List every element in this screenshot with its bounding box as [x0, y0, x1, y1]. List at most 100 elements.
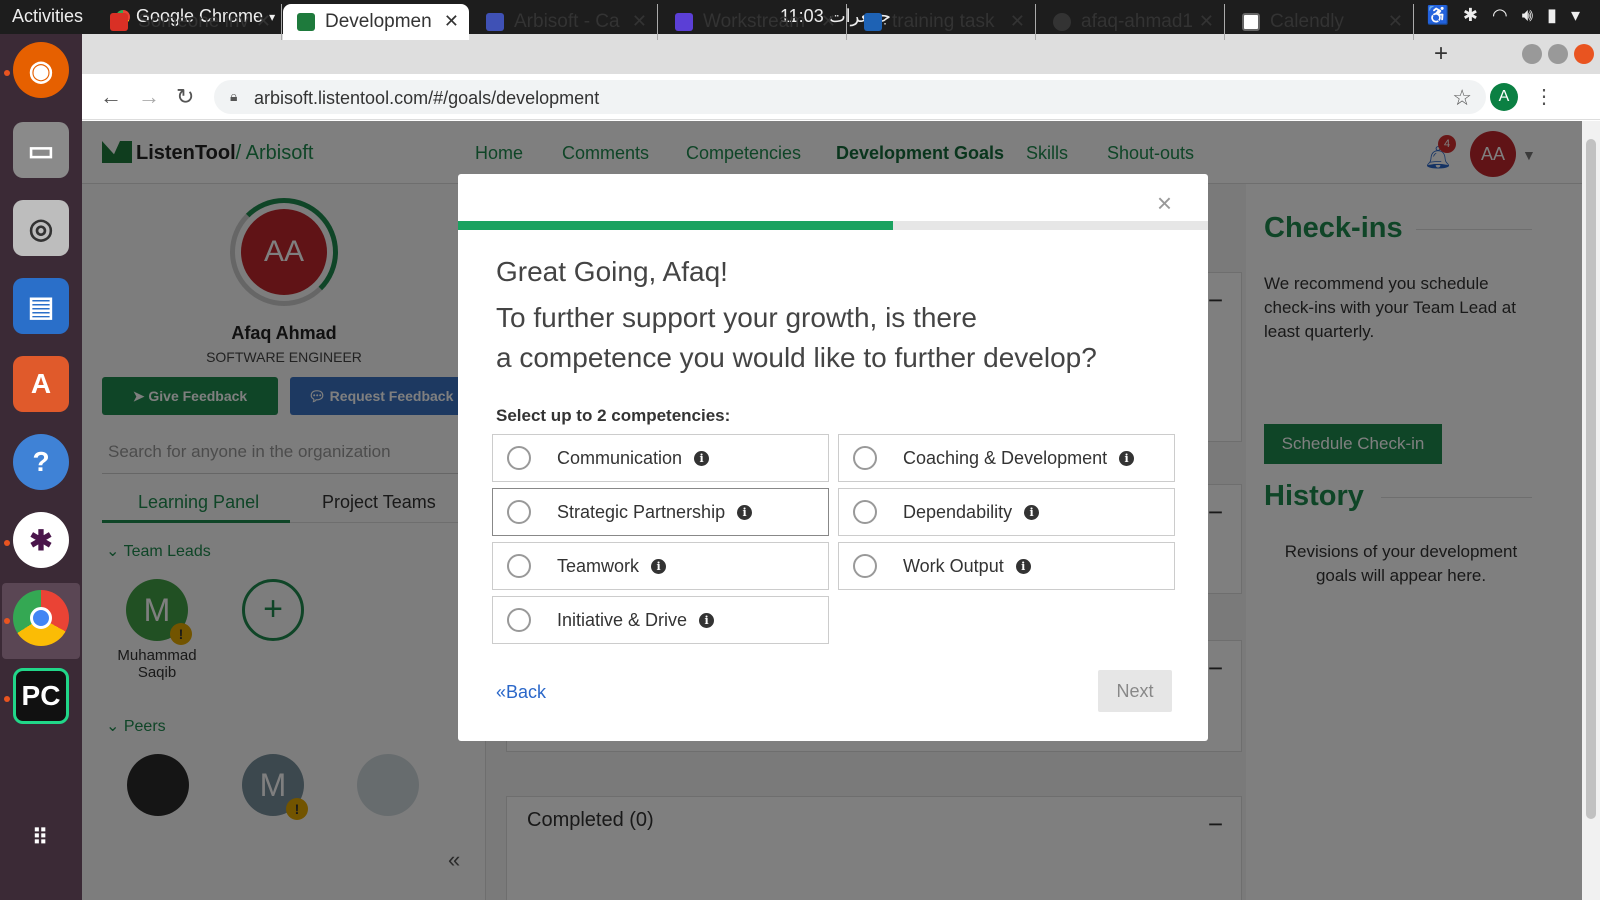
progress-bar: [458, 221, 1208, 230]
slack-tray-icon[interactable]: ✱: [1463, 5, 1478, 26]
ubuntu-dock: ◉ ▭ ◎ ▤ A ? ✱ PC ⠿: [0, 34, 82, 900]
close-icon[interactable]: ✕: [1388, 11, 1403, 32]
listentool-icon: [297, 13, 315, 31]
firefox-icon[interactable]: ◉: [13, 42, 69, 98]
tab-workstream[interactable]: Workstream ✕: [661, 4, 847, 40]
files-icon[interactable]: ▭: [13, 122, 69, 178]
window-controls: [1522, 44, 1594, 64]
option-initiative-drive[interactable]: Initiative & Drive i: [492, 596, 829, 644]
pycharm-icon[interactable]: PC: [13, 668, 69, 724]
close-icon[interactable]: ✕: [444, 11, 459, 32]
running-indicator: [4, 696, 10, 702]
option-label: Teamwork: [557, 555, 640, 576]
writer-icon[interactable]: ▤: [13, 278, 69, 334]
competency-dialog: × Great Going, Afaq! To further support …: [458, 174, 1208, 741]
close-icon[interactable]: ×: [1157, 188, 1172, 219]
close-icon[interactable]: ✕: [821, 11, 836, 32]
tab-github[interactable]: afaq-ahmad1 ✕: [1039, 4, 1225, 40]
software-center-icon[interactable]: A: [13, 356, 69, 412]
option-work-output[interactable]: Work Output i: [838, 542, 1175, 590]
option-teamwork[interactable]: Teamwork i: [492, 542, 829, 590]
option-label: Dependability: [903, 501, 1013, 522]
help-icon[interactable]: ?: [13, 434, 69, 490]
lock-icon[interactable]: 🔒︎: [230, 88, 237, 105]
show-apps-icon[interactable]: ⠿: [13, 810, 69, 866]
tab-title: training task: [892, 11, 995, 32]
tab-arbisoft-calendar[interactable]: Arbisoft - Ca ✕: [472, 4, 658, 40]
back-arrow-icon[interactable]: ←: [100, 84, 122, 110]
info-icon[interactable]: i: [737, 504, 753, 520]
trello-icon: [864, 13, 882, 31]
tab-title: Developmen: [325, 11, 432, 32]
info-icon[interactable]: i: [1015, 558, 1031, 574]
radio-button[interactable]: [507, 500, 531, 524]
back-link[interactable]: «Back: [496, 682, 546, 703]
option-label: Strategic Partnership: [557, 501, 726, 522]
battery-icon[interactable]: ▮: [1547, 5, 1557, 26]
slack-icon[interactable]: ✱: [13, 512, 69, 568]
forward-arrow-icon[interactable]: →: [138, 84, 160, 110]
scrollbar-thumb[interactable]: [1586, 139, 1596, 819]
tab-title: Someone inv: [138, 11, 249, 32]
option-strategic-partnership[interactable]: Strategic Partnership i: [492, 488, 829, 536]
info-icon[interactable]: i: [699, 612, 715, 628]
radio-button[interactable]: [853, 446, 877, 470]
tab-strip: [82, 34, 1600, 74]
tab-title: Workstream: [703, 11, 806, 32]
chevron-down-icon[interactable]: ▾: [1571, 5, 1580, 26]
radio-button[interactable]: [507, 446, 531, 470]
info-icon[interactable]: i: [1119, 450, 1135, 466]
option-label: Coaching & Development: [903, 447, 1108, 468]
reload-icon[interactable]: ↻: [176, 84, 194, 110]
progress-fill: [458, 221, 893, 230]
next-button[interactable]: Next: [1098, 670, 1172, 712]
dialog-question: To further support your growth, is there…: [496, 298, 1136, 378]
page-scrollbar[interactable]: [1582, 121, 1600, 900]
option-label: Communication: [557, 447, 683, 468]
new-tab-icon[interactable]: +: [1434, 40, 1448, 68]
option-coaching-development[interactable]: Coaching & Development i: [838, 434, 1175, 482]
radio-button[interactable]: [507, 554, 531, 578]
maximize-icon[interactable]: [1548, 44, 1568, 64]
option-label: Work Output: [903, 555, 1004, 576]
close-icon[interactable]: ✕: [256, 11, 271, 32]
url-text: arbisoft.listentool.com/#/goals/developm…: [254, 88, 600, 108]
accessibility-icon[interactable]: ♿: [1426, 5, 1448, 26]
system-tray[interactable]: ♿ ✱ ◠ 🔊︎ ▮ ▾: [1426, 5, 1580, 26]
address-bar[interactable]: 🔒︎ arbisoft.listentool.com/#/goals/devel…: [214, 80, 1486, 114]
tab-title: Arbisoft - Ca: [514, 11, 620, 32]
info-icon[interactable]: i: [694, 450, 710, 466]
tab-development[interactable]: Developmen ✕: [283, 4, 469, 40]
tab-title: Calendly: [1270, 11, 1344, 32]
calendar-icon: [486, 13, 504, 31]
rhythmbox-icon[interactable]: ◎: [13, 200, 69, 256]
window-close-icon[interactable]: [1574, 44, 1594, 64]
option-communication[interactable]: Communication i: [492, 434, 829, 482]
option-dependability[interactable]: Dependability i: [838, 488, 1175, 536]
info-icon[interactable]: i: [1024, 504, 1040, 520]
close-icon[interactable]: ✕: [632, 11, 647, 32]
radio-button[interactable]: [853, 554, 877, 578]
tab-calendly[interactable]: Calendly ✕: [1228, 4, 1414, 40]
bookmark-star-icon[interactable]: ☆: [1452, 85, 1472, 111]
running-indicator: [4, 618, 10, 624]
tab-gmail[interactable]: Someone inv ✕: [96, 4, 282, 40]
close-icon[interactable]: ✕: [1010, 11, 1025, 32]
close-icon[interactable]: ✕: [1199, 11, 1214, 32]
activities-button[interactable]: Activities: [12, 6, 83, 27]
wifi-icon[interactable]: ◠: [1492, 5, 1508, 26]
volume-icon[interactable]: 🔊︎: [1522, 5, 1533, 26]
workstream-icon: [675, 13, 693, 31]
profile-avatar[interactable]: A: [1490, 83, 1518, 111]
question-line: To further support your growth, is there: [496, 302, 977, 333]
radio-button[interactable]: [507, 608, 531, 632]
chrome-icon[interactable]: [13, 590, 69, 646]
minimize-icon[interactable]: [1522, 44, 1542, 64]
kebab-menu-icon[interactable]: ⋮: [1534, 84, 1554, 109]
running-indicator: [4, 540, 10, 546]
info-icon[interactable]: i: [651, 558, 667, 574]
dialog-greeting: Great Going, Afaq!: [496, 256, 728, 287]
option-label: Initiative & Drive: [557, 609, 688, 630]
tab-training-task[interactable]: training task ✕: [850, 4, 1036, 40]
radio-button[interactable]: [853, 500, 877, 524]
